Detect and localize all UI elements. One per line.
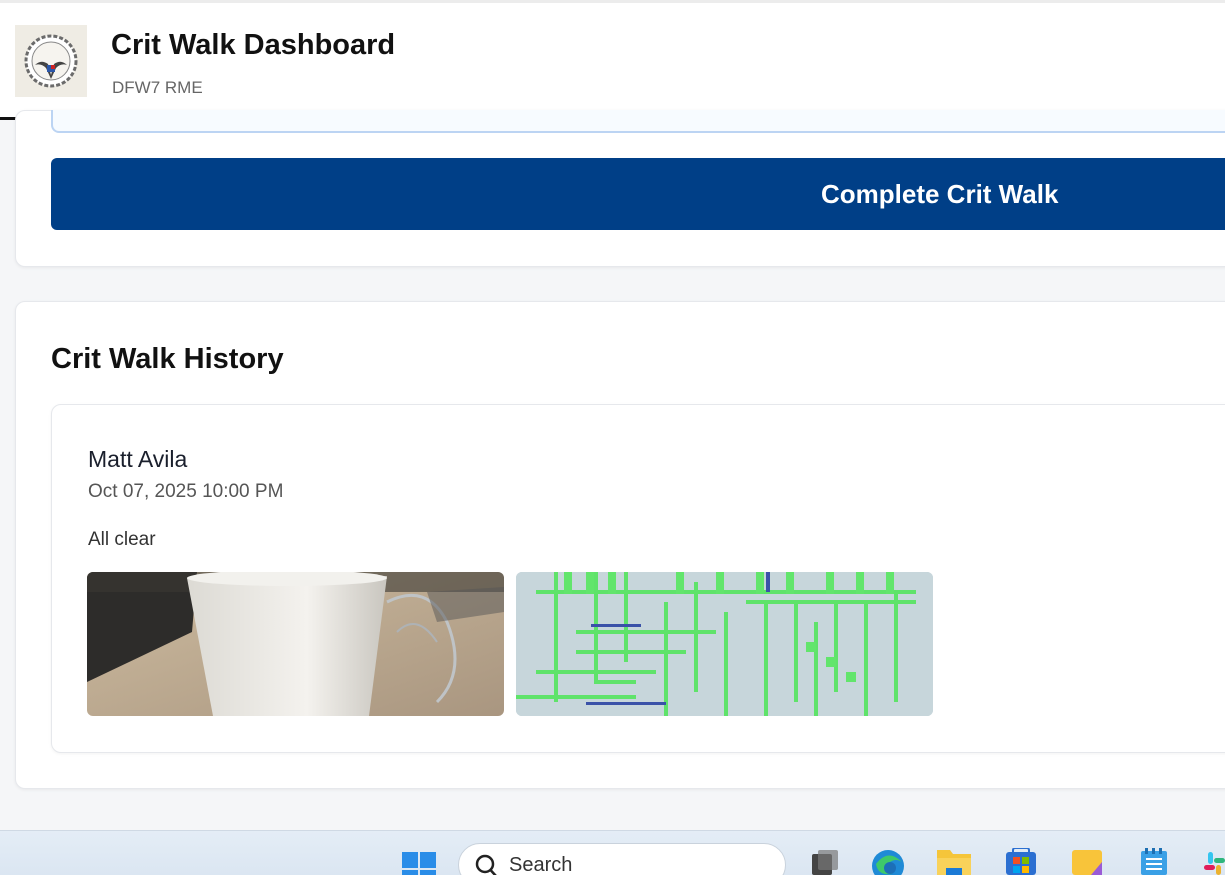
notes-input[interactable] [51,110,1225,133]
search-icon [475,854,497,875]
store-icon[interactable] [1003,847,1039,875]
taskbar-search-input[interactable]: Search [458,843,786,875]
entry-author: Matt Avila [88,446,188,472]
slack-icon[interactable] [1200,848,1225,875]
app-logo [15,25,87,97]
search-placeholder: Search [509,854,573,875]
app-header: Crit Walk Dashboard DFW7 RME [0,0,1225,120]
windows-start-icon[interactable] [401,848,437,875]
complete-crit-walk-button[interactable]: Complete Crit Walk [51,158,1225,230]
file-explorer-icon[interactable] [936,848,972,875]
sticky-notes-icon[interactable] [1069,848,1105,875]
edge-icon[interactable] [870,848,906,875]
page-title: Crit Walk Dashboard [111,29,396,61]
history-title: Crit Walk History [51,343,284,375]
page-subtitle: DFW7 RME [112,78,203,97]
notepad-icon[interactable] [1136,848,1172,875]
entry-photo-cup[interactable] [87,572,504,716]
entry-photo-control-panel[interactable] [516,572,933,716]
task-view-icon[interactable] [804,848,840,875]
entry-timestamp: Oct 07, 2025 10:00 PM [88,481,284,502]
entry-note: All clear [88,529,156,550]
